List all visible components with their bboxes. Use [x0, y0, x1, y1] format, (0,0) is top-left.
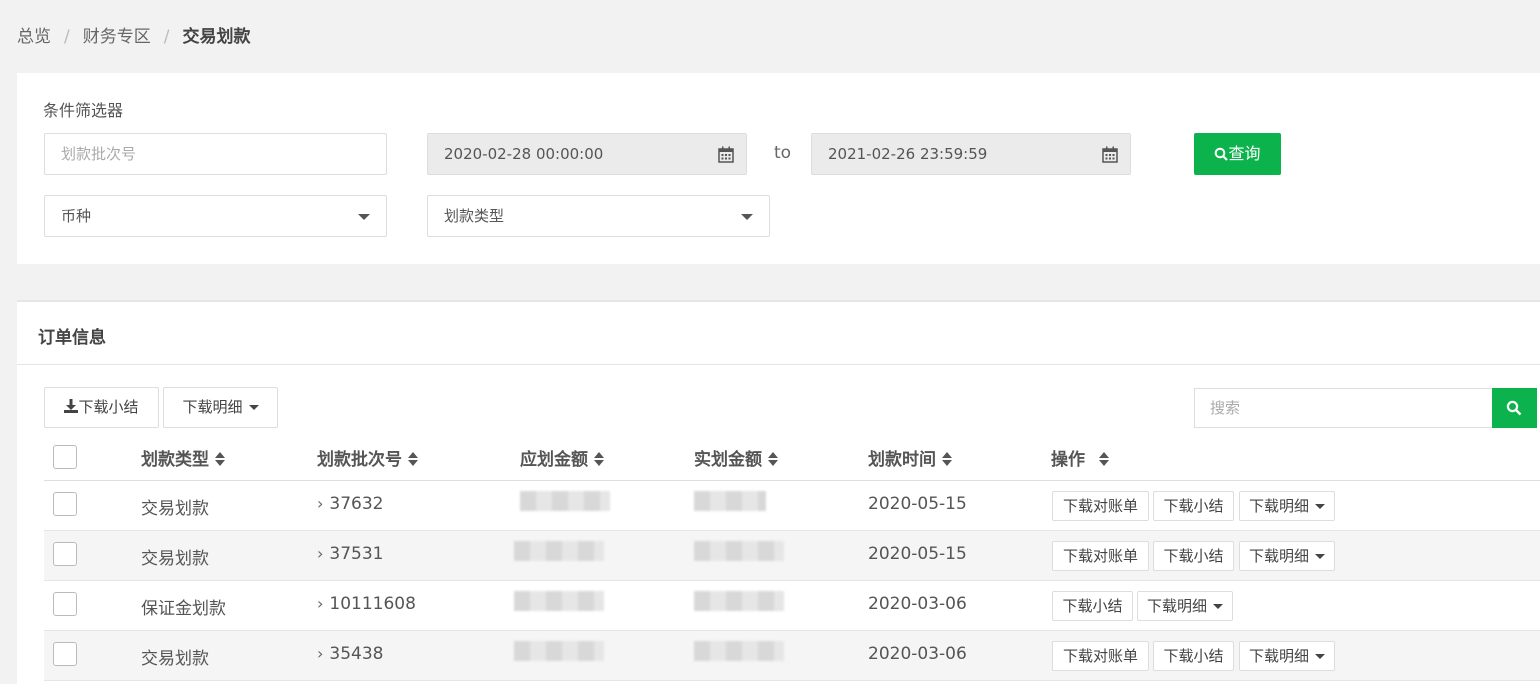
date-from-input[interactable]: 2020-02-28 00:00:00 [427, 133, 747, 175]
cell-time: 2020-03-06 [868, 644, 967, 664]
sort-icon [594, 452, 604, 468]
currency-select-label: 币种 [61, 207, 92, 225]
cell-batch[interactable]: › 35438 [317, 644, 384, 664]
download-detail-dropdown[interactable]: 下载明细 [1137, 591, 1233, 621]
download-summary-button[interactable]: 下载小结 [1153, 491, 1234, 521]
cell-time: 2020-03-06 [868, 594, 967, 614]
download-icon [64, 399, 79, 413]
breadcrumb-current: 交易划款 [182, 27, 251, 47]
chevron-down-icon [1315, 654, 1325, 659]
cell-due-amount-redacted [514, 541, 604, 561]
column-header-batch[interactable]: 划款批次号 [317, 445, 418, 470]
download-statement-button[interactable]: 下载对账单 [1052, 641, 1149, 671]
cell-type: 交易划款 [141, 499, 209, 519]
divider [17, 364, 1540, 365]
table-row[interactable]: 交易划款 › 37632 2020-05-15 下载对账单 下载小结 下载明细 [44, 481, 1540, 531]
breadcrumb-home[interactable]: 总览 [17, 27, 51, 47]
sort-icon [408, 452, 418, 468]
search-button[interactable] [1492, 388, 1537, 428]
chevron-right-icon: › [317, 644, 324, 663]
search-icon [1506, 400, 1522, 416]
date-to-input[interactable]: 2021-02-26 23:59:59 [811, 133, 1131, 175]
chevron-right-icon: › [317, 494, 324, 513]
column-header-time[interactable]: 划款时间 [868, 445, 952, 470]
transfer-type-select-label: 划款类型 [444, 207, 505, 225]
filter-panel: 条件筛选器 划款批次号 2020-02-28 00:00:00 to 2021-… [17, 73, 1540, 264]
download-summary-label: 下载小结 [78, 398, 139, 416]
chevron-down-icon [248, 405, 259, 410]
column-header-actual-amount[interactable]: 实划金额 [694, 445, 778, 470]
search-icon [1215, 147, 1229, 161]
query-button-label: 查询 [1228, 144, 1261, 163]
cell-batch[interactable]: › 10111608 [317, 594, 416, 614]
chevron-down-icon [1213, 604, 1223, 609]
row-checkbox[interactable] [53, 642, 77, 666]
download-detail-dropdown[interactable]: 下载明细 [1239, 641, 1335, 671]
download-detail-dropdown[interactable]: 下载明细 [163, 387, 278, 428]
calendar-icon[interactable] [718, 146, 734, 163]
breadcrumb-separator: / [64, 27, 70, 47]
transfer-type-select[interactable]: 划款类型 [427, 195, 770, 237]
batch-number-input[interactable]: 划款批次号 [44, 133, 387, 175]
cell-batch[interactable]: › 37531 [317, 544, 384, 564]
download-summary-button[interactable]: 下载小结 [1052, 591, 1133, 621]
search-input[interactable]: 搜索 [1194, 388, 1493, 428]
order-panel: 订单信息 下载小结 下载明细 搜索 划款类型 划款批次号 应划金额 实划金额 划… [17, 300, 1540, 684]
cell-type: 保证金划款 [141, 599, 226, 619]
date-to-value: 2021-02-26 23:59:59 [828, 145, 988, 163]
table-row[interactable]: 交易划款 › 37531 2020-05-15 下载对账单 下载小结 下载明细 [44, 531, 1540, 581]
cell-due-amount-redacted [514, 591, 604, 611]
breadcrumb-section[interactable]: 财务专区 [83, 27, 151, 47]
breadcrumb-separator: / [163, 27, 170, 47]
order-panel-title: 订单信息 [38, 328, 106, 348]
date-from-value: 2020-02-28 00:00:00 [444, 145, 604, 163]
row-checkbox[interactable] [53, 542, 77, 566]
cell-actual-amount-redacted [694, 591, 784, 611]
download-summary-button[interactable]: 下载小结 [1153, 541, 1234, 571]
chevron-right-icon: › [317, 594, 324, 613]
query-button[interactable]: 查询 [1194, 133, 1281, 175]
chevron-down-icon [1315, 504, 1325, 509]
cell-due-amount-redacted [520, 491, 610, 511]
sort-icon [1099, 452, 1109, 468]
download-summary-button[interactable]: 下载小结 [1153, 641, 1234, 671]
select-all-checkbox[interactable] [53, 445, 77, 469]
download-detail-dropdown[interactable]: 下载明细 [1239, 541, 1335, 571]
chevron-right-icon: › [317, 544, 324, 563]
row-checkbox[interactable] [53, 592, 77, 616]
currency-select[interactable]: 币种 [44, 195, 387, 237]
sort-icon [768, 452, 778, 468]
cell-due-amount-redacted [514, 641, 604, 661]
table-row[interactable]: 保证金划款 › 10111608 2020-03-06 下载小结 下载明细 [44, 581, 1540, 631]
chevron-down-icon [358, 214, 370, 220]
column-header-due-amount[interactable]: 应划金额 [520, 445, 604, 470]
download-detail-label: 下载明细 [182, 398, 243, 416]
cell-actual-amount-redacted [694, 541, 784, 561]
row-checkbox[interactable] [53, 492, 77, 516]
cell-time: 2020-05-15 [868, 494, 967, 514]
cell-type: 交易划款 [141, 549, 209, 569]
breadcrumb: 总览 / 财务专区 / 交易划款 [17, 22, 250, 47]
download-statement-button[interactable]: 下载对账单 [1052, 491, 1149, 521]
cell-actual-amount-redacted [694, 641, 784, 661]
calendar-icon[interactable] [1102, 146, 1118, 163]
column-header-ops[interactable]: 操作 [1051, 445, 1109, 470]
download-statement-button[interactable]: 下载对账单 [1052, 541, 1149, 571]
sort-icon [942, 452, 952, 468]
cell-type: 交易划款 [141, 649, 209, 669]
sort-icon [215, 452, 225, 468]
table-row[interactable]: 交易划款 › 35438 2020-03-06 下载对账单 下载小结 下载明细 [44, 631, 1540, 681]
download-detail-dropdown[interactable]: 下载明细 [1239, 491, 1335, 521]
filter-title: 条件筛选器 [43, 101, 124, 120]
cell-actual-amount-redacted [694, 491, 766, 511]
chevron-down-icon [1315, 554, 1325, 559]
chevron-down-icon [741, 214, 753, 220]
cell-batch[interactable]: › 37632 [317, 494, 384, 514]
column-header-type[interactable]: 划款类型 [141, 445, 225, 470]
date-range-to-label: to [774, 143, 792, 163]
download-summary-button[interactable]: 下载小结 [44, 387, 159, 428]
cell-time: 2020-05-15 [868, 544, 967, 564]
